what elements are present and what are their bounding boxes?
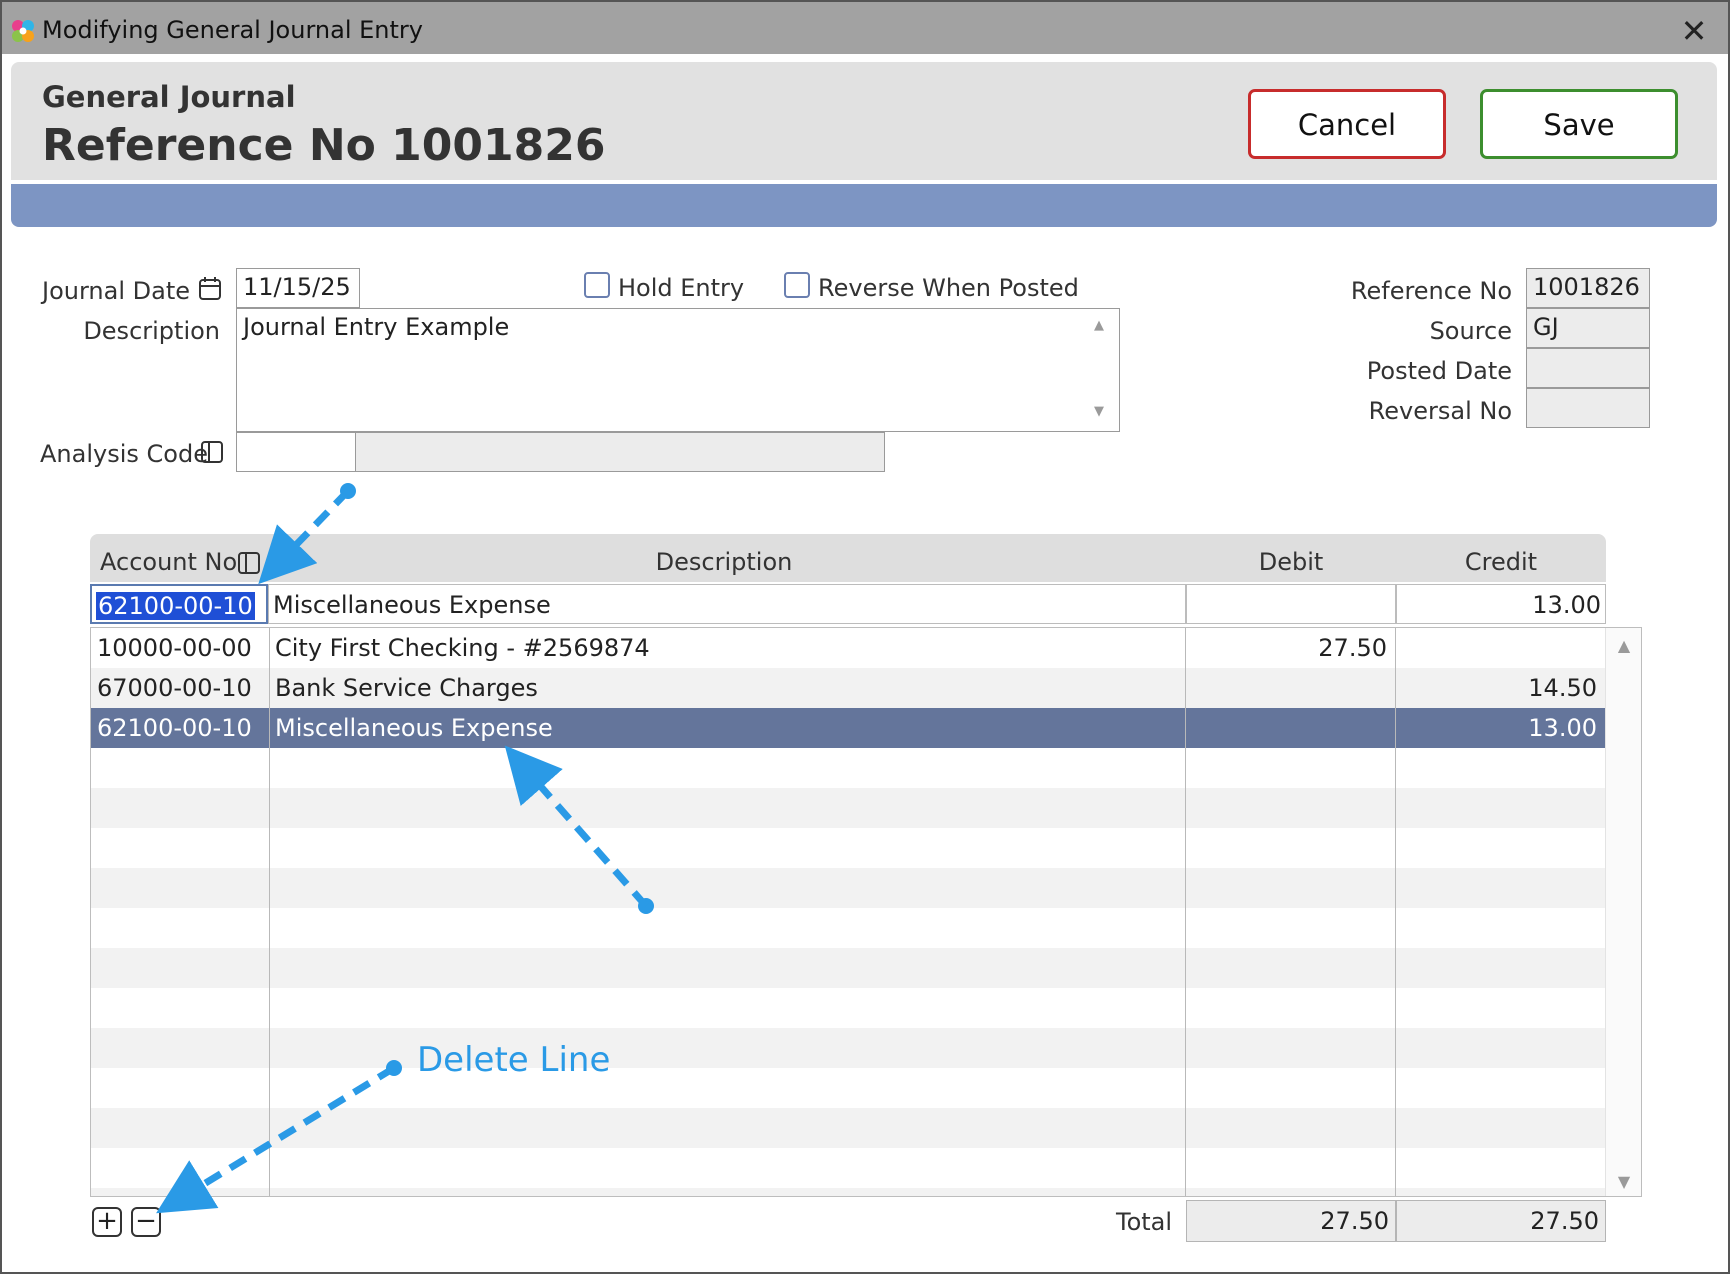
edit-description-field[interactable]: Miscellaneous Expense xyxy=(268,584,1186,624)
description-scroll-up-icon[interactable]: ▲ xyxy=(1094,318,1104,333)
header-band xyxy=(11,184,1717,227)
scroll-up-icon[interactable]: ▲ xyxy=(1606,636,1641,655)
row-account-no: 62100-00-10 xyxy=(97,714,252,742)
reference-no-field: 1001826 xyxy=(1526,268,1650,308)
row-credit: 14.50 xyxy=(1528,674,1597,702)
empty-row xyxy=(91,828,1605,868)
delete-line-annotation: Delete Line xyxy=(417,1040,611,1080)
reverse-when-posted-checkbox[interactable] xyxy=(784,272,810,298)
edit-account-no-text: 62100-00-10 xyxy=(96,592,255,620)
reversal-no-field xyxy=(1526,388,1650,428)
grid-scrollbar[interactable]: ▲ ▼ xyxy=(1605,628,1641,1196)
total-credit-field: 27.50 xyxy=(1396,1200,1606,1242)
empty-row xyxy=(91,908,1605,948)
reverse-when-posted-label: Reverse When Posted xyxy=(818,274,1079,302)
app-logo-icon xyxy=(12,20,34,42)
plus-icon: + xyxy=(96,1206,118,1236)
close-icon[interactable]: ✕ xyxy=(1676,14,1712,50)
analysis-code-description xyxy=(355,432,885,472)
analysis-code-lookup-icon[interactable] xyxy=(200,440,224,464)
calendar-icon[interactable] xyxy=(198,276,222,302)
row-credit: 13.00 xyxy=(1528,714,1597,742)
empty-row xyxy=(91,1028,1605,1068)
posted-date-field xyxy=(1526,348,1650,388)
journal-lines-grid: 10000-00-00 City First Checking - #25698… xyxy=(90,627,1642,1197)
column-header-description[interactable]: Description xyxy=(269,548,1179,576)
edit-debit-field[interactable] xyxy=(1186,584,1396,624)
edit-credit-field[interactable]: 13.00 xyxy=(1396,584,1606,624)
journal-date-label: Journal Date xyxy=(42,277,190,305)
row-account-no: 10000-00-00 xyxy=(97,634,252,662)
row-debit: 27.50 xyxy=(1318,634,1387,662)
analysis-code-field[interactable] xyxy=(236,432,356,472)
description-label: Description xyxy=(83,317,220,345)
minus-icon: − xyxy=(135,1206,157,1236)
journal-date-field[interactable]: 11/15/25 xyxy=(236,268,360,308)
save-button[interactable]: Save xyxy=(1480,89,1678,159)
column-divider xyxy=(269,628,270,1196)
add-line-button[interactable]: + xyxy=(92,1207,122,1237)
row-account-no: 67000-00-10 xyxy=(97,674,252,702)
analysis-code-label: Analysis Code xyxy=(40,440,208,468)
account-lookup-icon[interactable] xyxy=(237,551,261,575)
window-title: Modifying General Journal Entry xyxy=(42,16,423,44)
empty-row xyxy=(91,788,1605,828)
table-row[interactable]: 67000-00-10 Bank Service Charges 14.50 xyxy=(91,668,1605,708)
reversal-no-label: Reversal No xyxy=(1368,397,1512,425)
empty-row xyxy=(91,1068,1605,1108)
delete-line-button[interactable]: − xyxy=(131,1207,161,1237)
column-header-debit[interactable]: Debit xyxy=(1186,548,1396,576)
empty-row xyxy=(91,868,1605,908)
table-row[interactable]: 10000-00-00 City First Checking - #25698… xyxy=(91,628,1605,668)
empty-row xyxy=(91,1108,1605,1148)
journal-type-label: General Journal xyxy=(42,80,296,114)
reference-no-label: Reference No xyxy=(1350,277,1512,305)
column-header-account-no[interactable]: Account No xyxy=(100,548,237,576)
source-label: Source xyxy=(1429,317,1512,345)
scroll-down-icon[interactable]: ▼ xyxy=(1606,1172,1641,1191)
description-text: Journal Entry Example xyxy=(243,313,510,341)
column-header-credit[interactable]: Credit xyxy=(1396,548,1606,576)
column-divider xyxy=(1395,628,1396,1196)
empty-row xyxy=(91,1148,1605,1188)
description-scroll-down-icon[interactable]: ▼ xyxy=(1094,404,1104,419)
empty-row xyxy=(91,748,1605,788)
hold-entry-label: Hold Entry xyxy=(618,274,745,302)
page-title: Reference No 1001826 xyxy=(42,120,606,171)
posted-date-label: Posted Date xyxy=(1366,357,1512,385)
empty-row xyxy=(91,988,1605,1028)
row-description: Miscellaneous Expense xyxy=(275,714,553,742)
cancel-button[interactable]: Cancel xyxy=(1248,89,1446,159)
source-field: GJ xyxy=(1526,308,1650,348)
edit-account-no-field[interactable]: 62100-00-10 xyxy=(90,584,268,624)
description-textarea[interactable]: Journal Entry Example xyxy=(236,308,1120,432)
empty-row xyxy=(91,1188,1605,1196)
column-divider xyxy=(1185,628,1186,1196)
empty-row xyxy=(91,948,1605,988)
row-description: Bank Service Charges xyxy=(275,674,538,702)
total-label: Total xyxy=(1116,1208,1173,1236)
table-row-selected[interactable]: 62100-00-10 Miscellaneous Expense 13.00 xyxy=(91,708,1605,748)
row-description: City First Checking - #2569874 xyxy=(275,634,650,662)
total-debit-field: 27.50 xyxy=(1186,1200,1396,1242)
hold-entry-checkbox[interactable] xyxy=(584,272,610,298)
